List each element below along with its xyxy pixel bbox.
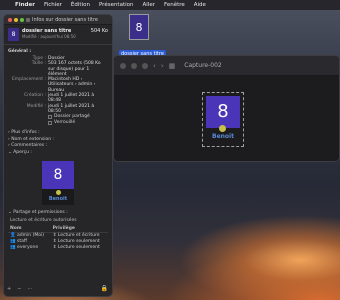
close-button[interactable]: [120, 62, 126, 69]
more-actions-button[interactable]: ⋯: [27, 286, 32, 292]
close-button[interactable]: [8, 17, 12, 22]
minimize-button[interactable]: [131, 62, 137, 69]
permissions-note: Lecture et écriture autorisées: [10, 217, 77, 223]
locked-checkbox[interactable]: Verrouillé: [48, 120, 108, 126]
preview-name: Benoit: [48, 196, 68, 203]
info-window-title: Infos sur dossier sans titre: [32, 16, 98, 23]
col-header-privilege: Privilège: [50, 224, 108, 233]
table-row[interactable]: 👥 staff ⇕ Lecture seulement: [8, 239, 108, 245]
info-row-key: Modifié :: [26, 103, 46, 109]
folder-item-name[interactable]: Benoit: [206, 133, 240, 140]
folder-icon: 8: [8, 28, 19, 41]
preview-section[interactable]: ⌄ Aperçu :: [8, 150, 108, 157]
menu-presentation[interactable]: Présentation: [99, 2, 134, 8]
info-row-value: 503 167 octets (508 Ko sur disque) pour …: [48, 61, 101, 77]
finder-window: ‹ › ▦ Capture-002 8 Benoit: [113, 55, 340, 162]
info-row-key: Taille :: [31, 61, 46, 67]
perm-privilege[interactable]: Lecture seulement: [58, 245, 100, 250]
zoom-button[interactable]: [142, 62, 148, 69]
tag-badge-icon: [219, 125, 226, 132]
info-row: Emplacement : Macintosh HD › Utilisateurs…: [8, 77, 108, 93]
info-row-value: jeudi 1 juillet 2021 à 08:50: [48, 103, 95, 114]
folder-item-icon[interactable]: 8: [206, 96, 240, 128]
info-header: 8 dossier sans titre Modifié : aujourd'h…: [4, 25, 112, 45]
permissions-actions: + − ⋯: [7, 286, 32, 292]
section-label: Partage et permissions :: [13, 210, 68, 216]
perm-privilege[interactable]: Lecture et écriture: [58, 233, 100, 238]
permissions-section: ⌄ Partage et permissions : Lecture et éc…: [4, 208, 112, 253]
info-row-key: Emplacement :: [11, 77, 46, 83]
finder-content: 8 Benoit: [114, 76, 339, 161]
info-titlebar: Infos sur dossier sans titre: [4, 15, 112, 25]
section-label: Commentaires :: [11, 143, 48, 149]
table-row[interactable]: 👤 admin (Moi) ⇕ Lecture et écriture: [8, 232, 108, 239]
view-options-icon[interactable]: ▦: [169, 62, 176, 70]
menu-aller[interactable]: Aller: [143, 2, 155, 8]
desktop-folder-icon[interactable]: 8 dossier sans titre: [119, 14, 166, 59]
perm-name: admin (Moi): [17, 233, 44, 239]
finder-title: Capture-002: [184, 62, 222, 69]
folder-small-icon: [26, 17, 30, 22]
remove-user-button[interactable]: −: [17, 286, 21, 292]
add-user-button[interactable]: +: [7, 286, 11, 292]
minimize-button[interactable]: [14, 17, 18, 22]
menubar: Finder Fichier Édition Présentation Alle…: [0, 0, 340, 10]
preview-folder-icon: 8: [42, 161, 74, 190]
info-modified-short: Modifié : aujourd'hui 08:50: [22, 34, 76, 39]
zoom-button[interactable]: [20, 17, 24, 22]
general-section: Général : Type : Dossier Taille :503 167 …: [4, 45, 112, 128]
finder-toolbar: ‹ › ▦ Capture-002: [114, 56, 339, 76]
menu-aide[interactable]: Aide: [194, 2, 206, 8]
group-icon: 👥: [10, 245, 16, 251]
permissions-title[interactable]: ⌄ Partage et permissions :: [8, 210, 108, 217]
tag-badge-icon: [55, 190, 61, 196]
info-row: Taille :503 167 octets (508 Ko sur disqu…: [8, 61, 108, 77]
user-icon: 👤: [10, 233, 16, 239]
col-header-name: Nom: [8, 224, 51, 233]
info-size-short: 504 Ko: [90, 28, 108, 34]
forward-icon[interactable]: ›: [161, 62, 164, 70]
permissions-table: Nom Privilège 👤 admin (Moi) ⇕ Lecture et…: [8, 224, 108, 251]
back-icon[interactable]: ‹: [153, 62, 156, 70]
table-row[interactable]: 👥 everyone ⇕ Lecture seulement: [8, 245, 108, 251]
info-panel: Infos sur dossier sans titre 8 dossier s…: [3, 14, 113, 297]
folder-icon: 8: [129, 14, 149, 40]
locked-label: Verrouillé: [54, 120, 76, 126]
menu-fichier[interactable]: Fichier: [44, 2, 62, 8]
section-label: Plus d'infos :: [11, 130, 40, 136]
general-title[interactable]: Général :: [8, 49, 108, 54]
menu-edition[interactable]: Édition: [71, 2, 90, 8]
menu-fenetre[interactable]: Fenêtre: [164, 2, 185, 8]
info-row-key: Création :: [24, 93, 46, 99]
perm-name: everyone: [17, 245, 39, 251]
section-label: Aperçu :: [13, 149, 32, 155]
lock-icon[interactable]: 🔒: [101, 285, 108, 292]
info-row: Modifié : jeudi 1 juillet 2021 à 08:50: [8, 104, 108, 115]
perm-name: staff: [17, 239, 28, 245]
info-row-value: Macintosh HD › Utilisateurs › admin › Bu…: [48, 77, 96, 93]
collapsed-sections: › Plus d'infos : › Nom et extension : › …: [4, 128, 112, 158]
info-row: Création : jeudi 1 juillet 2021 à 08:48: [8, 93, 108, 104]
perm-privilege[interactable]: Lecture seulement: [58, 239, 100, 244]
info-row-value: jeudi 1 juillet 2021 à 08:48: [48, 93, 95, 104]
preview-thumbnail: 8 Benoit: [42, 161, 74, 206]
checkbox-icon: [48, 121, 52, 126]
section-label: Nom et extension :: [11, 136, 55, 142]
menu-finder[interactable]: Finder: [15, 2, 35, 8]
checkbox-icon: [48, 115, 52, 120]
group-icon: 👥: [10, 239, 16, 245]
